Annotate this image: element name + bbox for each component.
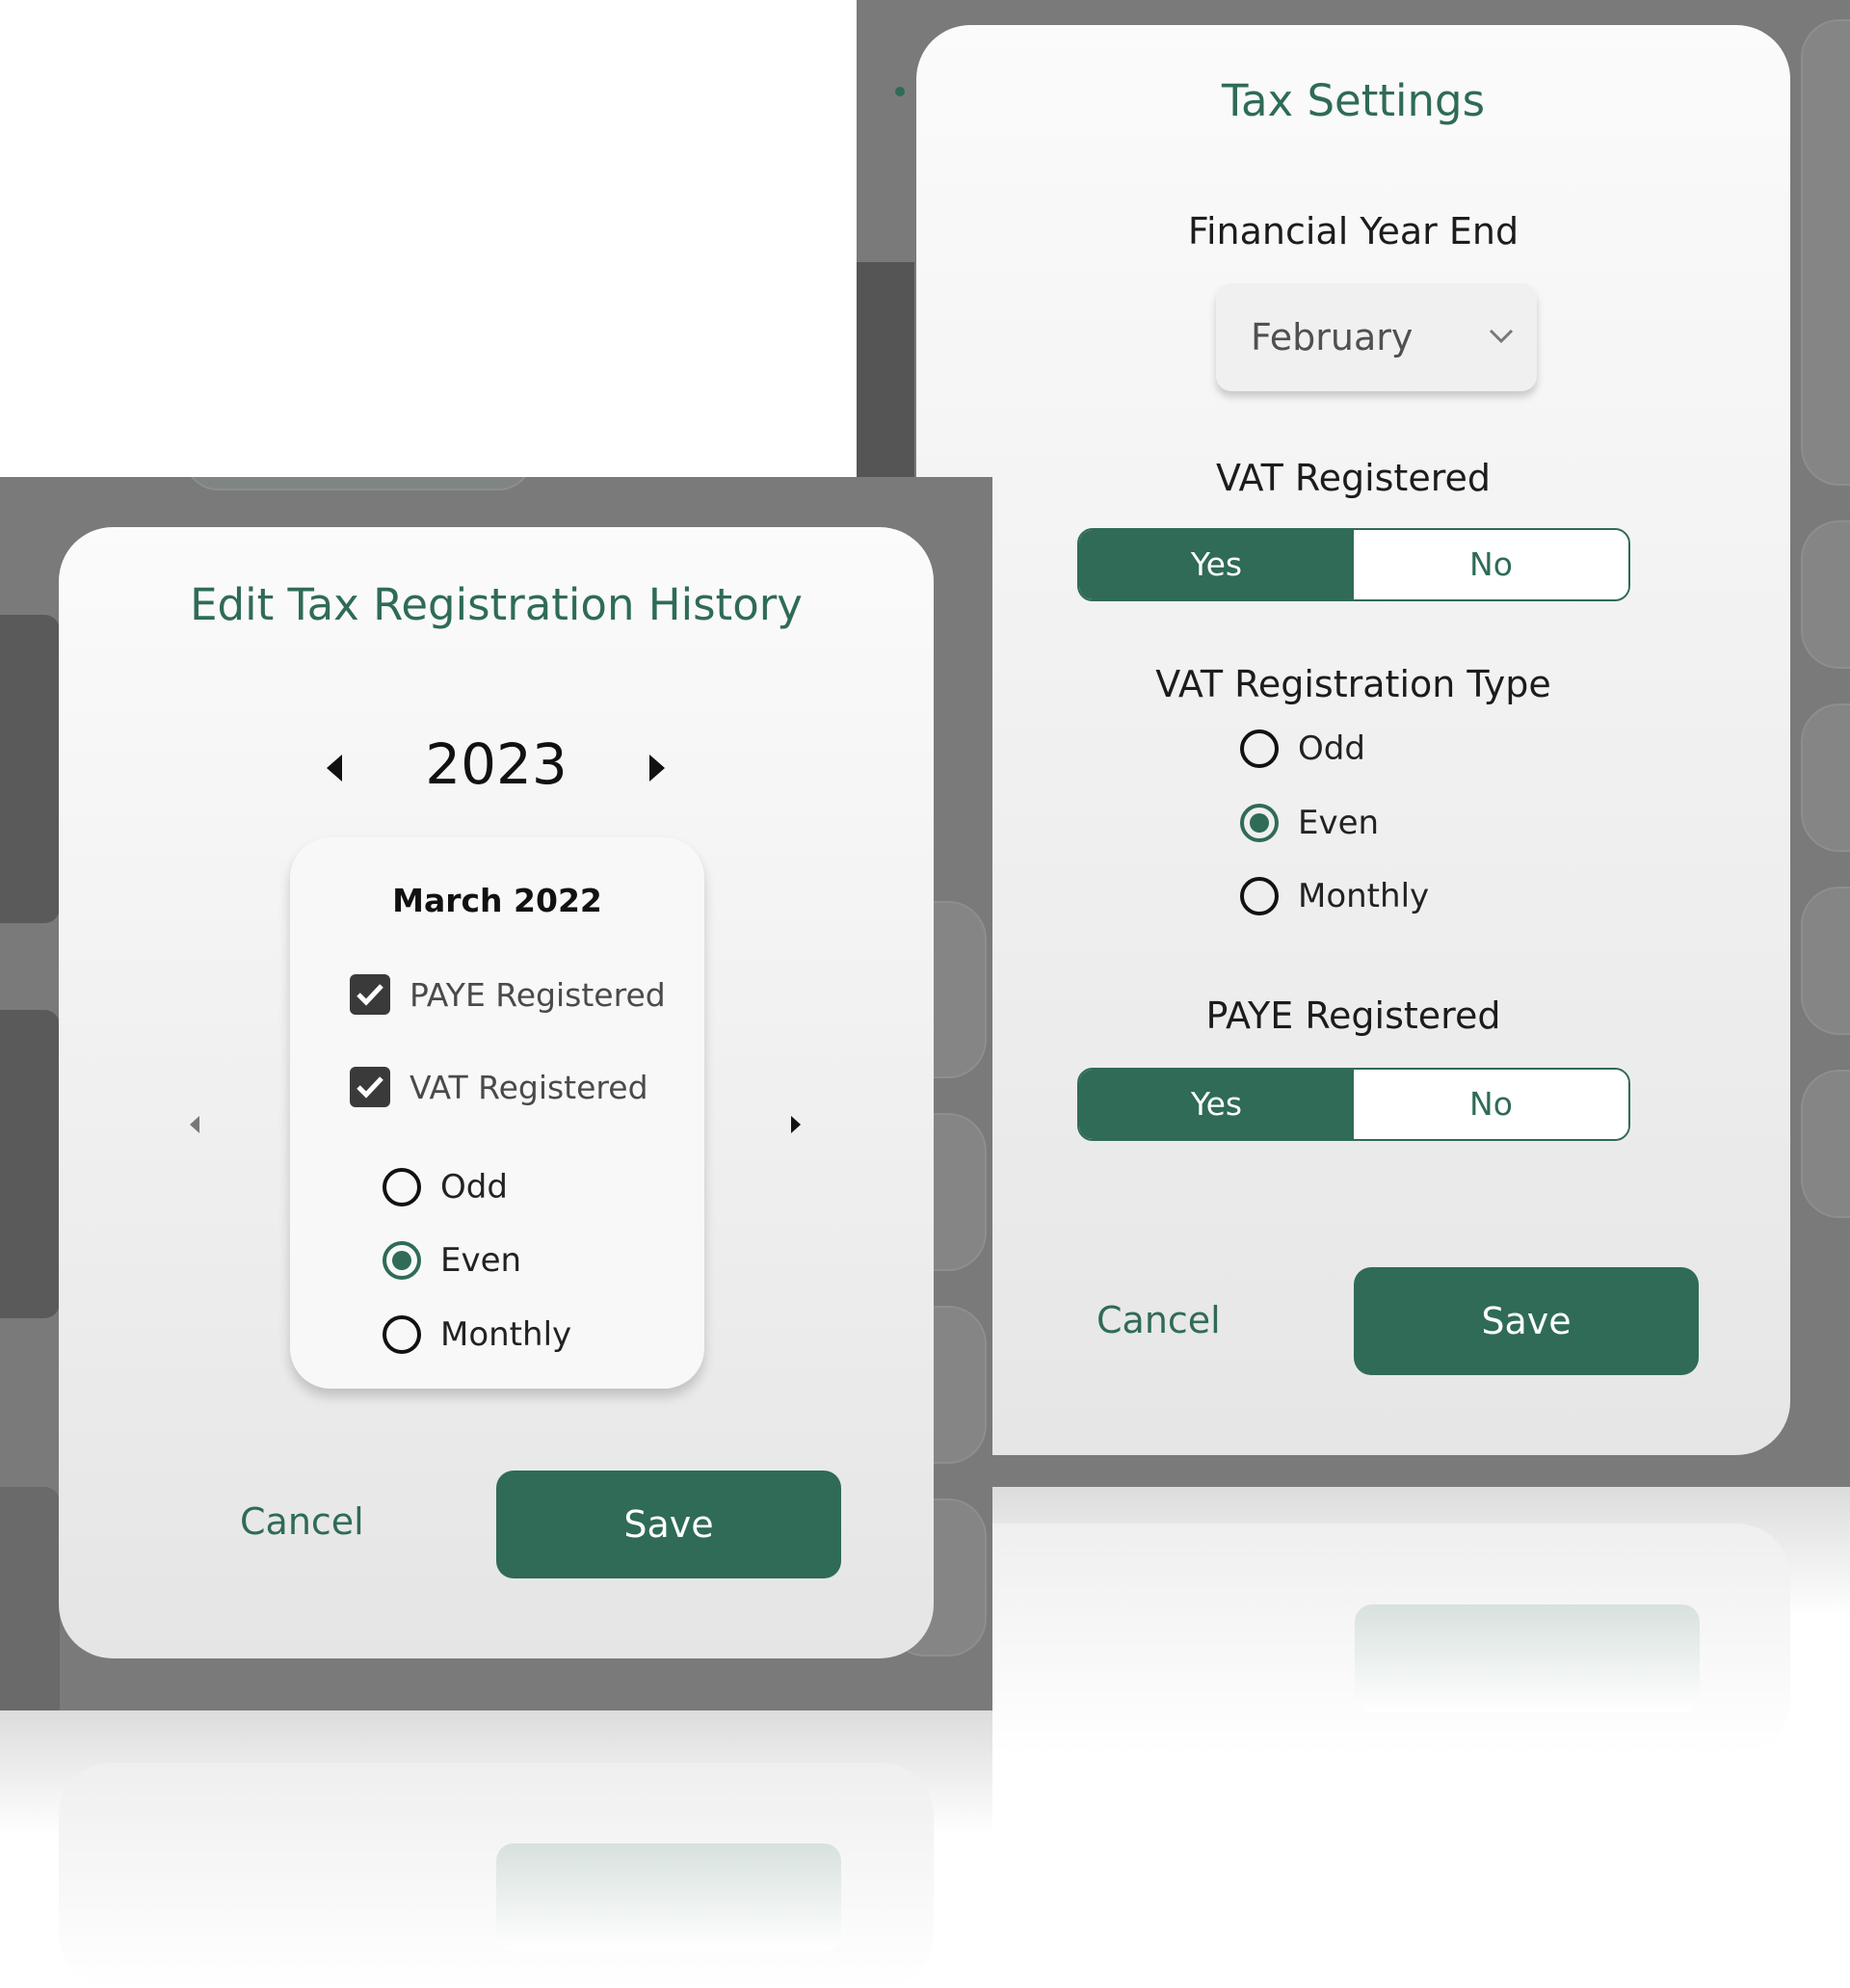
financial-year-end-label: Financial Year End [1187,210,1520,252]
paye-registered-no[interactable]: No [1354,1070,1628,1139]
reflection-area [916,1487,1850,1776]
vat-registered-yes[interactable]: Yes [1079,530,1354,599]
radio-button-selected[interactable] [383,1241,421,1280]
financial-year-end-value: February [1251,316,1414,358]
save-button-reflection [496,1843,841,1951]
cancel-button[interactable]: Cancel [1097,1299,1221,1341]
vat-registered-label: VAT Registered [1215,457,1492,499]
vat-registration-type-label: VAT Registration Type [1155,663,1551,705]
checkbox-label: PAYE Registered [410,975,666,1014]
paye-registered-checkbox[interactable]: PAYE Registered [350,974,666,1015]
caret-right-icon[interactable] [791,1116,801,1133]
vat-type-even[interactable]: Even [383,1236,521,1285]
radio-button[interactable] [1240,729,1279,768]
background-card [1801,1070,1850,1218]
vat-registered-toggle[interactable]: Yes No [1077,528,1630,601]
checkmark-icon [357,984,383,1006]
background-panel [857,262,914,484]
background-card [1801,703,1850,852]
radio-label: Even [440,1241,522,1280]
chevron-down-icon [1489,329,1514,344]
background-card [1801,520,1850,669]
paye-registered-label: PAYE Registered [1205,994,1501,1037]
radio-button[interactable] [1240,877,1279,915]
save-button[interactable]: Save [1354,1267,1699,1375]
checkbox-checked[interactable] [350,1067,390,1107]
vat-type-monthly[interactable]: Monthly [1240,872,1429,920]
radio-label: Monthly [1298,877,1430,915]
checkbox-checked[interactable] [350,974,390,1015]
save-button-reflection [1355,1604,1700,1712]
vat-type-monthly[interactable]: Monthly [383,1311,571,1359]
dialog-title: Tax Settings [1221,75,1486,126]
radio-label: Even [1298,804,1380,842]
background-dot [895,87,905,96]
checkbox-label: VAT Registered [410,1068,648,1106]
radio-label: Odd [440,1168,508,1206]
paye-registered-toggle[interactable]: Yes No [1077,1068,1630,1141]
background-panel [0,1487,60,1710]
vat-type-odd[interactable]: Odd [383,1163,508,1211]
caret-right-icon[interactable] [649,755,665,782]
radio-label: Odd [1298,729,1365,768]
background-card [1801,887,1850,1035]
reflection-area [0,1710,992,1988]
year-label: 2023 [425,731,568,797]
paye-registered-yes[interactable]: Yes [1079,1070,1354,1139]
radio-button[interactable] [383,1315,421,1354]
radio-button[interactable] [383,1168,421,1206]
vat-type-even[interactable]: Even [1240,799,1379,847]
dialog-title: Edit Tax Registration History [190,579,803,630]
checkmark-icon [357,1076,383,1099]
month-title: March 2022 [392,882,602,919]
month-card: March 2022 PAYE Registered VAT Registere… [290,837,704,1389]
caret-left-icon[interactable] [190,1116,199,1133]
vat-registered-checkbox[interactable]: VAT Registered [350,1067,648,1107]
financial-year-end-select[interactable]: February [1216,283,1537,391]
radio-button-selected[interactable] [1240,804,1279,842]
save-button[interactable]: Save [496,1471,841,1578]
background-card [183,477,534,490]
radio-label: Monthly [440,1315,572,1354]
edit-history-content: Edit Tax Registration History 2023 March… [59,527,934,1658]
background-card [1801,19,1850,486]
vat-registered-no[interactable]: No [1354,530,1628,599]
background-panel [0,615,60,923]
background-panel [0,1010,60,1318]
vat-type-odd[interactable]: Odd [1240,725,1365,773]
cancel-button[interactable]: Cancel [240,1500,364,1543]
